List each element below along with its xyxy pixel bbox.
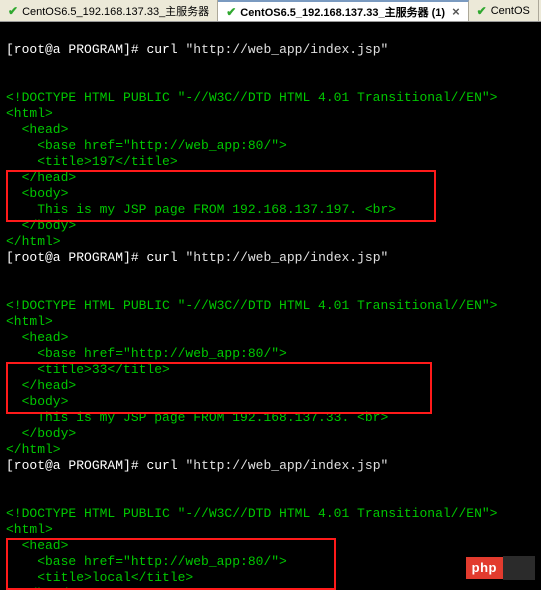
check-icon: ✔ xyxy=(226,5,236,19)
tab-label: CentOS xyxy=(491,5,530,17)
output-line: <!DOCTYPE HTML PUBLIC "-//W3C//DTD HTML … xyxy=(6,506,497,521)
output-line: <!DOCTYPE HTML PUBLIC "-//W3C//DTD HTML … xyxy=(6,90,497,105)
blank-line xyxy=(6,58,14,73)
check-icon: ✔ xyxy=(477,4,487,18)
output-line: </body> xyxy=(6,218,76,233)
output-line: <html> xyxy=(6,106,53,121)
tab-label: CentOS6.5_192.168.137.33_主服务器 xyxy=(22,3,209,19)
blank-line xyxy=(6,474,14,489)
tab-bar: ✔ CentOS6.5_192.168.137.33_主服务器 ✔ CentOS… xyxy=(0,0,541,22)
watermark-text: php xyxy=(466,557,503,579)
output-line: <body> xyxy=(6,394,68,409)
output-line: </html> xyxy=(6,442,61,457)
blank-line xyxy=(6,74,14,89)
output-line: </html> xyxy=(6,234,61,249)
tab-label: CentOS6.5_192.168.137.33_主服务器 (1) xyxy=(240,4,445,20)
output-line: <base href="http://web_app:80/"> xyxy=(6,346,287,361)
output-line: <head> xyxy=(6,538,68,553)
watermark: php xyxy=(466,556,535,580)
url-arg: "http://web_app/index.jsp" xyxy=(185,42,388,57)
terminal[interactable]: [root@a PROGRAM]# curl "http://web_app/i… xyxy=(0,22,541,590)
check-icon: ✔ xyxy=(8,4,18,18)
tab-1[interactable]: ✔ CentOS6.5_192.168.137.33_主服务器 xyxy=(0,0,218,21)
output-line: <head> xyxy=(6,330,68,345)
output-line: <body> xyxy=(6,186,68,201)
shell-prompt: [root@a PROGRAM]# xyxy=(6,250,139,265)
shell-prompt: [root@a PROGRAM]# xyxy=(6,458,139,473)
blank-line xyxy=(6,266,14,281)
tab-2[interactable]: ✔ CentOS6.5_192.168.137.33_主服务器 (1) × xyxy=(218,0,468,21)
output-line: <html> xyxy=(6,522,53,537)
output-line: <!DOCTYPE HTML PUBLIC "-//W3C//DTD HTML … xyxy=(6,298,497,313)
output-line: <title>local</title> xyxy=(6,570,193,585)
tab-3[interactable]: ✔ CentOS xyxy=(469,0,539,21)
output-line: </head> xyxy=(6,586,76,590)
close-icon[interactable]: × xyxy=(452,4,460,19)
blank-line xyxy=(6,282,14,297)
url-arg: "http://web_app/index.jsp" xyxy=(185,250,388,265)
output-line: <head> xyxy=(6,122,68,137)
output-line: <title>197</title> xyxy=(6,154,178,169)
output-line: </head> xyxy=(6,170,76,185)
watermark-right xyxy=(503,556,535,580)
command: curl xyxy=(146,42,177,57)
blank-line xyxy=(6,490,14,505)
output-line: This is my JSP page FROM 192.168.137.33.… xyxy=(6,410,388,425)
output-line: </body> xyxy=(6,426,76,441)
output-line: This is my JSP page FROM 192.168.137.197… xyxy=(6,202,396,217)
output-line: </head> xyxy=(6,378,76,393)
output-line: <html> xyxy=(6,314,53,329)
command: curl xyxy=(146,250,177,265)
url-arg: "http://web_app/index.jsp" xyxy=(185,458,388,473)
shell-prompt: [root@a PROGRAM]# xyxy=(6,42,139,57)
command: curl xyxy=(146,458,177,473)
output-line: <title>33</title> xyxy=(6,362,170,377)
output-line: <base href="http://web_app:80/"> xyxy=(6,554,287,569)
output-line: <base href="http://web_app:80/"> xyxy=(6,138,287,153)
